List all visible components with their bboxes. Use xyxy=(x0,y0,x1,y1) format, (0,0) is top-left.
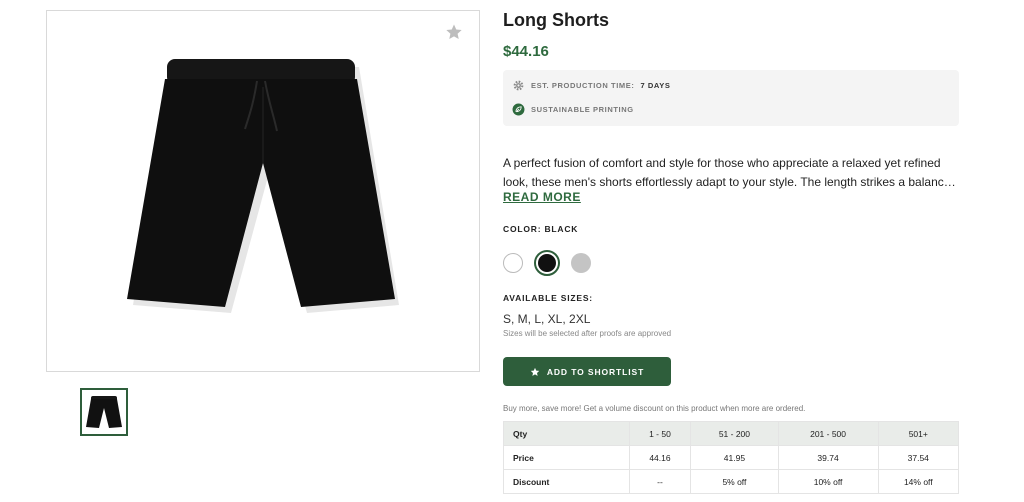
description-line-1: A perfect fusion of comfort and style fo… xyxy=(503,156,941,170)
price-cell: 37.54 xyxy=(877,445,960,470)
sustainable-label: SUSTAINABLE PRINTING xyxy=(531,105,634,114)
color-swatches xyxy=(503,250,591,276)
color-swatch-black-selected[interactable] xyxy=(534,250,560,276)
discount-cell: 14% off xyxy=(877,469,960,494)
price-cell: 41.95 xyxy=(690,445,779,470)
color-swatch-white[interactable] xyxy=(503,253,523,273)
sizes-label: AVAILABLE SIZES: xyxy=(503,293,593,303)
add-to-shortlist-button[interactable]: ADD TO SHORTLIST xyxy=(503,357,671,386)
table-row: Discount -- 5% off 10% off 14% off xyxy=(503,469,960,494)
leaf-icon xyxy=(512,103,525,116)
production-time-row: EST. PRODUCTION TIME: 7 DAYS xyxy=(512,79,670,92)
read-more-link[interactable]: READ MORE xyxy=(503,190,581,204)
star-icon xyxy=(446,24,462,40)
shorts-thumbnail-image xyxy=(86,396,122,428)
header-tier-2: 51 - 200 xyxy=(690,421,779,446)
discount-row-label: Discount xyxy=(503,469,630,494)
product-price: $44.16 xyxy=(503,43,549,60)
volume-pricing-table: Qty 1 - 50 51 - 200 201 - 500 501+ Price… xyxy=(503,421,960,494)
price-row-label: Price xyxy=(503,445,630,470)
star-icon xyxy=(530,367,540,376)
price-cell: 44.16 xyxy=(628,445,692,470)
shorts-image xyxy=(127,59,399,313)
volume-discount-note: Buy more, save more! Get a volume discou… xyxy=(503,404,806,413)
sizes-list: S, M, L, XL, 2XL xyxy=(503,312,591,326)
main-product-image xyxy=(46,10,480,372)
discount-cell: 5% off xyxy=(690,469,779,494)
header-tier-1: 1 - 50 xyxy=(628,421,692,446)
product-title: Long Shorts xyxy=(503,10,609,30)
table-header-row: Qty 1 - 50 51 - 200 201 - 500 501+ xyxy=(503,421,960,446)
production-time-label: EST. PRODUCTION TIME: xyxy=(531,81,635,90)
thumbnail-selected[interactable] xyxy=(80,388,128,436)
info-box: EST. PRODUCTION TIME: 7 DAYS SUSTAINABLE… xyxy=(503,70,959,126)
color-swatch-gray[interactable] xyxy=(571,253,591,273)
table-row: Price 44.16 41.95 39.74 37.54 xyxy=(503,445,960,470)
price-cell: 39.74 xyxy=(777,445,879,470)
shortlist-button-label: ADD TO SHORTLIST xyxy=(546,366,645,377)
color-swatch-black-fill xyxy=(538,254,556,272)
production-time-value: 7 DAYS xyxy=(640,81,671,90)
favorite-star-button[interactable] xyxy=(443,21,465,43)
header-tier-4: 501+ xyxy=(877,421,960,446)
sustainable-row: SUSTAINABLE PRINTING xyxy=(512,103,634,116)
discount-cell: 10% off xyxy=(777,469,879,494)
product-description: A perfect fusion of comfort and style fo… xyxy=(503,154,959,192)
header-tier-3: 201 - 500 xyxy=(777,421,879,446)
discount-cell: -- xyxy=(628,469,692,494)
header-qty: Qty xyxy=(503,421,630,446)
gear-icon xyxy=(512,79,525,92)
sizes-note: Sizes will be selected after proofs are … xyxy=(503,329,672,338)
color-label: COLOR: BLACK xyxy=(503,224,579,234)
